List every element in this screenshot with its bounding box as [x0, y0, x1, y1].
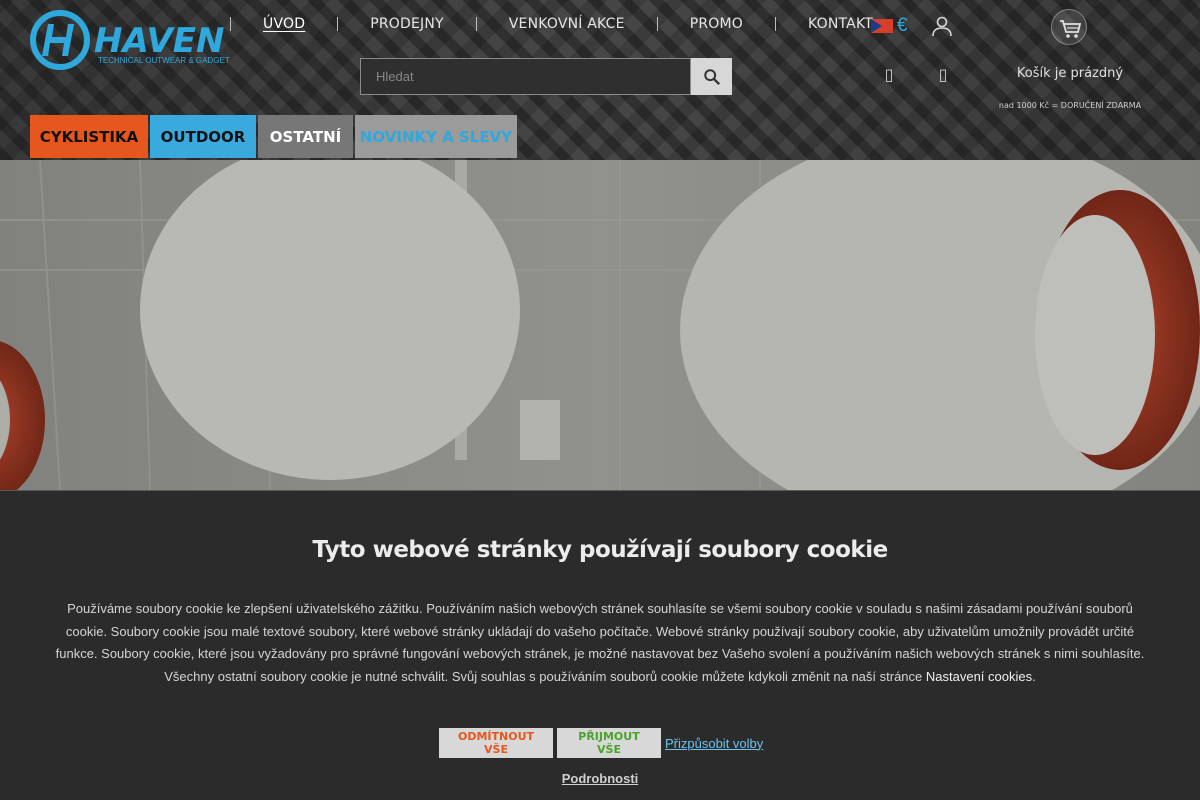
nav-item-promo[interactable]: PROMO: [656, 17, 775, 31]
details-link[interactable]: Podrobnosti: [0, 771, 1200, 786]
cookie-description: Používáme soubory cookie ke zlepšení uži…: [55, 598, 1145, 688]
compare-icon[interactable]: ▯: [937, 66, 949, 84]
accept-all-button[interactable]: PŘIJMOUT VŠE: [557, 728, 661, 758]
search-icon: [703, 68, 720, 85]
site-header: HAVEN TECHNICAL OUTWEAR & GADGETS ÚVOD P…: [0, 0, 1200, 160]
cookie-consent-banner: Tyto webové stránky používají soubory co…: [0, 490, 1200, 800]
nav-item-prodejny[interactable]: PRODEJNY: [337, 17, 476, 31]
category-outdoor[interactable]: OUTDOOR: [150, 115, 256, 158]
logo-wordmark: HAVEN: [94, 21, 224, 61]
currency-switcher[interactable]: €: [871, 16, 908, 36]
hero-banner-image[interactable]: [0, 160, 1200, 490]
nav-item-uvod[interactable]: ÚVOD: [230, 17, 337, 31]
search-button[interactable]: [691, 58, 732, 95]
category-ostatni[interactable]: OSTATNÍ: [258, 115, 353, 158]
cookie-actions: ODMÍTNOUT VŠE PŘIJMOUT VŠE Přizpůsobit v…: [439, 728, 763, 758]
search-input[interactable]: [360, 58, 691, 95]
category-novinky-a-slevy[interactable]: NOVINKY A SLEVY: [355, 115, 517, 158]
haven-logo[interactable]: HAVEN TECHNICAL OUTWEAR & GADGETS: [30, 10, 235, 70]
cookie-title: Tyto webové stránky používají soubory co…: [312, 537, 888, 563]
search-bar: [360, 58, 732, 95]
cookie-settings-link[interactable]: Nastavení cookies: [926, 669, 1032, 684]
category-menu: CYKLISTIKA OUTDOOR OSTATNÍ NOVINKY A SLE…: [30, 115, 519, 158]
shopping-cart-icon[interactable]: [1051, 9, 1087, 45]
logo-tagline: TECHNICAL OUTWEAR & GADGETS: [98, 56, 230, 65]
logo-graphic: HAVEN TECHNICAL OUTWEAR & GADGETS: [30, 10, 235, 70]
category-cyklistika[interactable]: CYKLISTIKA: [30, 115, 148, 158]
euro-symbol: €: [897, 15, 908, 36]
cart-status[interactable]: Košík je prázdný: [990, 66, 1150, 81]
user-icon[interactable]: [931, 15, 953, 37]
nav-item-venkovni-akce[interactable]: VENKOVNÍ AKCE: [475, 17, 657, 31]
free-delivery-note: nad 1000 Kč = DORUČENÍ ZDARMA: [998, 101, 1142, 110]
customize-link[interactable]: Přizpůsobit volby: [665, 736, 763, 751]
reject-all-button[interactable]: ODMÍTNOUT VŠE: [439, 728, 553, 758]
main-nav: ÚVOD PRODEJNY VENKOVNÍ AKCE PROMO KONTAK…: [230, 14, 905, 34]
wishlist-icon[interactable]: ▯: [883, 66, 895, 84]
hero-illustration: [0, 160, 1200, 490]
cookie-description-period: .: [1032, 668, 1036, 684]
czech-flag-icon: [871, 19, 893, 33]
